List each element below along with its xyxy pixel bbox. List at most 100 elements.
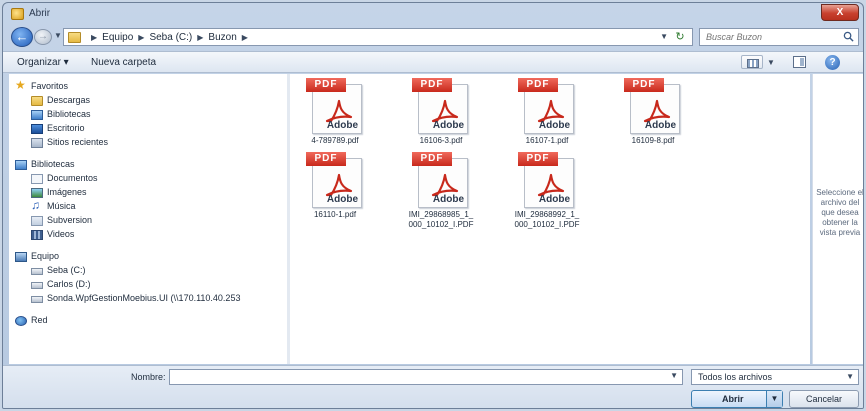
- downloads-folder-icon: [31, 96, 43, 106]
- documents-icon: [31, 174, 43, 184]
- chevron-right-icon: ▶: [91, 33, 98, 42]
- app-icon: [11, 8, 24, 20]
- chevron-right-icon[interactable]: ▶: [197, 33, 203, 42]
- change-view-icon[interactable]: [741, 55, 763, 69]
- nav-item-favoritos[interactable]: ★ Favoritos: [9, 78, 287, 94]
- forward-button[interactable]: →: [34, 29, 52, 45]
- pdf-badge: PDF: [412, 78, 452, 92]
- nav-item-carlos-d[interactable]: Carlos (D:): [9, 278, 287, 292]
- file-name: IMI_29868992_1_ 000_10102_I.PDF: [514, 210, 580, 229]
- pdf-brand-label: Adobe: [432, 194, 464, 205]
- search-box[interactable]: [699, 28, 859, 46]
- computer-group: Equipo Seba (C:) Carlos (D:) Sonda.WpfGe…: [9, 250, 287, 306]
- view-options-dropdown[interactable]: ▼: [767, 58, 775, 67]
- open-button[interactable]: Abrir ▼: [691, 390, 783, 408]
- preview-pane: Seleccione el archivo del que desea obte…: [812, 74, 864, 364]
- file-item[interactable]: Adobe PDF 16109-8.pdf: [608, 78, 698, 168]
- dialog-footer: Nombre: ▼ Todos los archivos ▼ Abrir ▼ C…: [3, 365, 863, 408]
- pdf-file-icon: Adobe PDF: [518, 78, 576, 134]
- command-bar: Organizar ▾ Nueva carpeta ▼ ?: [3, 51, 863, 73]
- search-input[interactable]: [706, 29, 836, 45]
- help-icon[interactable]: ?: [825, 55, 840, 70]
- file-name-input[interactable]: [174, 370, 664, 384]
- organize-menu[interactable]: Organizar ▾: [17, 57, 69, 68]
- address-row: ← → ▼ ▶ Equipo ▶ Seba (C:) ▶ Buzon ▶ ▼ ↻: [3, 25, 863, 49]
- file-name: 16106-3.pdf: [419, 136, 463, 145]
- search-icon[interactable]: [843, 31, 854, 42]
- pdf-file-icon: Adobe PDF: [412, 152, 470, 208]
- window-title: Abrir: [29, 8, 51, 19]
- pdf-badge: PDF: [306, 152, 346, 166]
- file-name: 16109-8.pdf: [631, 136, 675, 145]
- pictures-icon: [31, 188, 43, 198]
- chevron-right-icon[interactable]: ▶: [138, 33, 144, 42]
- music-icon: ♫: [31, 198, 40, 212]
- file-name-field[interactable]: ▼: [169, 369, 683, 385]
- recent-pages-dropdown[interactable]: ▼: [54, 31, 62, 40]
- nav-item-network-drive[interactable]: Sonda.WpfGestionMoebius.UI (\\170.110.40…: [9, 292, 287, 306]
- folder-icon: [68, 32, 81, 43]
- pdf-badge: PDF: [412, 152, 452, 166]
- nav-item-bibliotecas-fav[interactable]: Bibliotecas: [9, 108, 287, 122]
- libraries-icon: [31, 110, 43, 120]
- videos-icon: [31, 230, 43, 240]
- file-name: 4-789789.pdf: [311, 136, 359, 145]
- file-type-select[interactable]: Todos los archivos ▼: [691, 369, 859, 385]
- pdf-brand-label: Adobe: [538, 194, 570, 205]
- nav-item-bibliotecas[interactable]: Bibliotecas: [9, 158, 287, 172]
- open-options-dropdown[interactable]: ▼: [766, 391, 782, 407]
- pdf-brand-label: Adobe: [538, 120, 570, 131]
- file-name: 16107-1.pdf: [525, 136, 569, 145]
- file-item[interactable]: Adobe PDF IMI_29868985_1_ 000_10102_I.PDF: [396, 152, 486, 242]
- pdf-file-icon: Adobe PDF: [624, 78, 682, 134]
- new-folder-button[interactable]: Nueva carpeta: [91, 57, 156, 68]
- pdf-file-icon: Adobe PDF: [306, 152, 364, 208]
- nav-item-red[interactable]: Red: [9, 314, 287, 328]
- file-item[interactable]: Adobe PDF 16110-1.pdf: [290, 152, 380, 242]
- file-type-value: Todos los archivos: [698, 372, 773, 382]
- refresh-icon[interactable]: ↻: [672, 30, 688, 44]
- nav-item-descargas[interactable]: Descargas: [9, 94, 287, 108]
- pdf-brand-label: Adobe: [644, 120, 676, 131]
- chevron-down-icon: ▼: [846, 372, 854, 381]
- title-bar: Abrir X: [3, 3, 863, 25]
- preview-pane-icon[interactable]: [793, 56, 806, 68]
- back-button[interactable]: ←: [11, 27, 33, 47]
- chevron-down-icon[interactable]: ▼: [670, 371, 678, 380]
- address-dropdown[interactable]: ▼: [660, 32, 668, 41]
- cancel-button[interactable]: Cancelar: [789, 390, 859, 408]
- pdf-badge: PDF: [518, 152, 558, 166]
- nav-item-seba-c[interactable]: Seba (C:): [9, 264, 287, 278]
- file-name-label: Nombre:: [131, 372, 166, 382]
- nav-item-sitios-recientes[interactable]: Sitios recientes: [9, 136, 287, 150]
- network-drive-icon: [31, 296, 43, 303]
- nav-item-musica[interactable]: ♫ Música: [9, 198, 287, 214]
- breadcrumb: ▶ Equipo ▶ Seba (C:) ▶ Buzon ▶: [86, 32, 253, 43]
- address-bar[interactable]: ▶ Equipo ▶ Seba (C:) ▶ Buzon ▶ ▼ ↻: [63, 28, 693, 46]
- pdf-brand-label: Adobe: [432, 120, 464, 131]
- pdf-badge: PDF: [306, 78, 346, 92]
- close-button[interactable]: X: [821, 4, 859, 21]
- pdf-badge: PDF: [624, 78, 664, 92]
- pdf-file-icon: Adobe PDF: [306, 78, 364, 134]
- nav-item-subversion[interactable]: Subversion: [9, 214, 287, 228]
- pdf-file-icon: Adobe PDF: [518, 152, 576, 208]
- file-name: IMI_29868985_1_ 000_10102_I.PDF: [408, 210, 474, 229]
- nav-item-imagenes[interactable]: Imágenes: [9, 186, 287, 200]
- libraries-group: Bibliotecas Documentos Imágenes ♫ Música…: [9, 158, 287, 242]
- star-icon: ★: [15, 78, 26, 92]
- breadcrumb-item-buzon[interactable]: Buzon: [208, 32, 236, 43]
- nav-item-escritorio[interactable]: Escritorio: [9, 122, 287, 136]
- preview-message: Seleccione el archivo del que desea obte…: [816, 188, 864, 237]
- chevron-right-icon[interactable]: ▶: [242, 33, 248, 42]
- breadcrumb-item-equipo[interactable]: Equipo: [102, 32, 133, 43]
- file-item[interactable]: Adobe PDF IMI_29868992_1_ 000_10102_I.PDF: [502, 152, 592, 242]
- nav-item-documentos[interactable]: Documentos: [9, 172, 287, 186]
- libraries-icon: [15, 160, 27, 170]
- subversion-icon: [31, 216, 43, 226]
- nav-item-videos[interactable]: Videos: [9, 228, 287, 242]
- open-file-dialog: Abrir X ← → ▼ ▶ Equipo ▶ Seba (C:) ▶ Buzon ▶ ▼…: [2, 2, 864, 409]
- hard-drive-icon: [31, 282, 43, 289]
- nav-item-equipo[interactable]: Equipo: [9, 250, 287, 264]
- breadcrumb-item-seba[interactable]: Seba (C:): [149, 32, 192, 43]
